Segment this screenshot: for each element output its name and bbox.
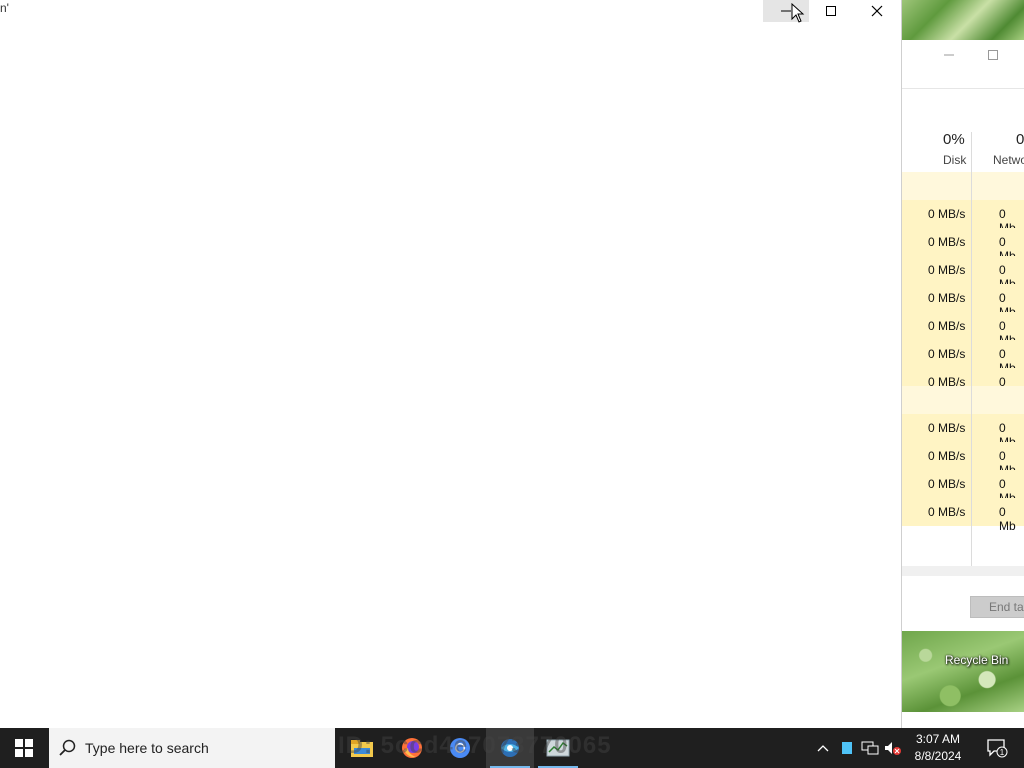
network-column-header[interactable]: Netwo <box>993 153 1024 167</box>
process-row[interactable]: 0 MB/s0 Mb <box>901 442 1024 477</box>
notification-count: 1 <box>1000 748 1005 757</box>
desktop-wallpaper <box>901 0 1024 40</box>
tm-scrollbar[interactable] <box>901 566 1024 576</box>
volume-muted-icon[interactable] <box>884 738 902 758</box>
maximize-icon <box>826 6 836 16</box>
disk-cell: 0 MB/s <box>928 319 966 333</box>
disk-cell: 0 MB/s <box>928 207 966 221</box>
disk-cell: 0 MB/s <box>928 477 966 491</box>
search-icon <box>59 739 77 757</box>
process-row[interactable]: 0 MB/s0 Mb <box>901 228 1024 263</box>
disk-percent: 0% <box>943 131 965 148</box>
search-placeholder: Type here to search <box>85 740 209 756</box>
window-title: n' <box>0 1 9 15</box>
disk-cell: 0 MB/s <box>928 347 966 361</box>
tm-minimize-button[interactable] <box>929 44 969 66</box>
end-task-button[interactable]: End ta <box>970 596 1024 618</box>
process-row[interactable]: 0 MB/s0 Mb <box>901 312 1024 347</box>
minimize-icon <box>944 54 954 56</box>
notifications-button[interactable]: 1 <box>980 728 1014 768</box>
column-separator <box>971 132 972 566</box>
tm-maximize-button[interactable] <box>973 44 1013 66</box>
show-hidden-icons-button[interactable] <box>814 738 832 758</box>
notifications-icon: 1 <box>987 739 1008 758</box>
network-percent: 0 <box>1016 131 1024 148</box>
process-row[interactable]: 0 MB/s 0 Mb <box>901 498 1024 533</box>
close-icon <box>871 5 883 17</box>
network-icon-svg <box>861 741 879 755</box>
disk-cell: 0 MB/s <box>928 449 966 463</box>
process-row[interactable]: 0 MB/s0 Mb <box>901 284 1024 319</box>
clock-date: 8/8/2024 <box>914 749 962 763</box>
desktop-wallpaper <box>901 631 1024 712</box>
disk-cell: 0 MB/s <box>928 263 966 277</box>
overlay-watermark-text: ID: 5ccd4e7073770065 <box>338 732 612 759</box>
mouse-cursor-icon <box>791 3 805 23</box>
start-button[interactable] <box>0 728 48 768</box>
clock-time: 3:07 AM <box>915 732 961 746</box>
process-group-header[interactable] <box>901 172 1024 200</box>
task-manager-window[interactable]: 0% Disk 0 Netwo 0 MB/s0 Mb0 MB/s0 Mb0 MB… <box>901 40 1024 631</box>
tm-divider <box>901 88 1024 89</box>
process-list: 0 MB/s0 Mb0 MB/s0 Mb0 MB/s0 Mb0 MB/s0 Mb… <box>901 172 1024 566</box>
process-row[interactable]: 0 MB/s0 Mb <box>901 470 1024 505</box>
tray-app-icon[interactable] <box>838 738 856 758</box>
taskbar-clock[interactable]: 3:07 AM 8/8/2024 <box>908 731 968 765</box>
process-row[interactable]: 0 MB/s0 Mb <box>901 340 1024 375</box>
disk-cell: 0 MB/s <box>928 291 966 305</box>
process-group-header[interactable] <box>901 386 1024 414</box>
blank-window[interactable]: n' <box>0 0 902 728</box>
taskbar-search-box[interactable]: Type here to search <box>49 728 335 768</box>
maximize-icon <box>988 50 998 60</box>
close-button[interactable] <box>854 0 900 22</box>
chevron-up-icon <box>817 745 829 752</box>
process-row[interactable]: 0 MB/s0 Mb <box>901 414 1024 449</box>
disk-cell: 0 MB/s <box>928 421 966 435</box>
process-row[interactable]: 0 MB/s0 Mb <box>901 256 1024 291</box>
process-row[interactable]: 0 MB/s0 Mb <box>901 200 1024 235</box>
disk-cell: 0 MB/s <box>928 505 966 519</box>
network-icon[interactable] <box>861 738 879 758</box>
disk-column-header[interactable]: Disk <box>943 153 966 167</box>
network-cell: 0 Mb <box>999 505 1016 533</box>
recycle-bin-label[interactable]: Recycle Bin <box>945 653 1008 667</box>
windows-logo-icon <box>15 739 33 757</box>
disk-cell: 0 MB/s <box>928 235 966 249</box>
tm-column-header: 0% Disk 0 Netwo <box>901 116 1024 173</box>
maximize-button[interactable] <box>808 0 854 22</box>
